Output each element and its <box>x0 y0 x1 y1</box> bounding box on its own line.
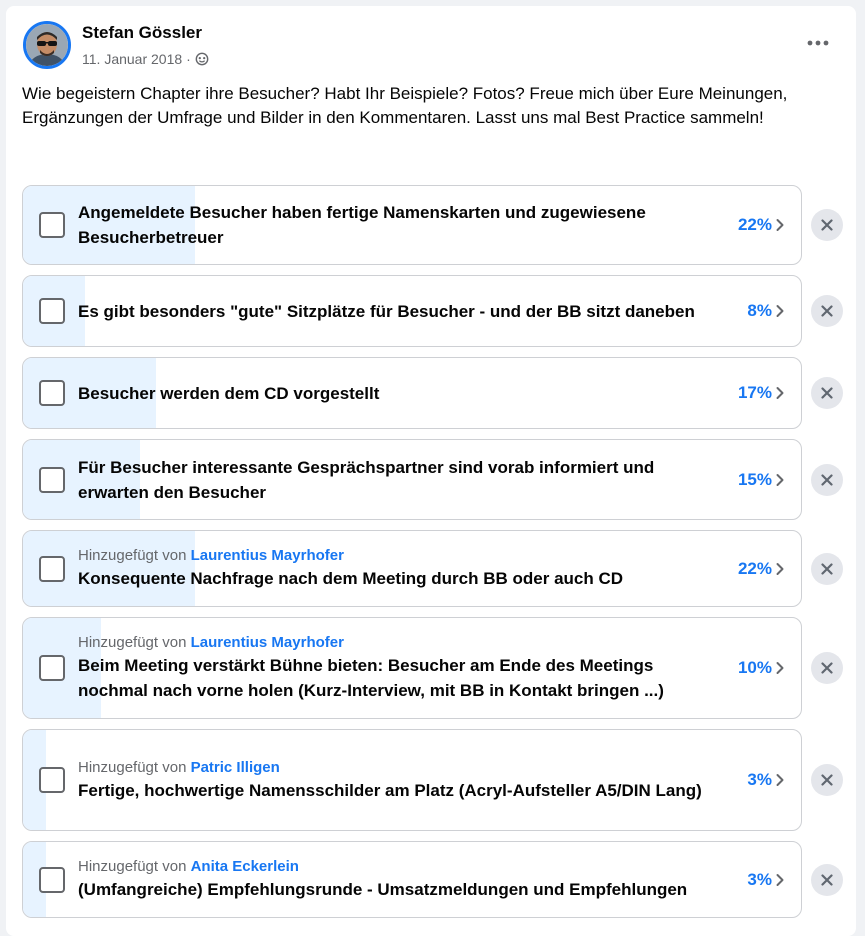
vote-percentage-link[interactable]: 22% <box>738 214 785 236</box>
added-by-prefix: Hinzugefügt von <box>78 634 191 651</box>
option-text: Für Besucher interessante Gesprächspartn… <box>78 440 716 519</box>
chevron-right-icon <box>776 662 784 674</box>
option-text: Hinzugefügt von Laurentius Mayrhofer Kons… <box>78 531 716 606</box>
chevron-right-icon <box>776 387 784 399</box>
option-text: Hinzugefügt von Anita Eckerlein (Umfangre… <box>78 842 716 917</box>
close-icon <box>821 219 833 231</box>
vote-percentage: 17% <box>737 383 772 402</box>
close-icon <box>821 305 833 317</box>
added-by-name[interactable]: Anita Eckerlein <box>191 858 299 875</box>
remove-option-button[interactable] <box>811 764 843 796</box>
vote-percentage-link[interactable]: 3% <box>747 769 785 791</box>
added-by-name[interactable]: Laurentius Mayrhofer <box>191 547 344 564</box>
poll-option[interactable]: Angemeldete Besucher haben fertige Namen… <box>22 185 802 265</box>
poll-option[interactable]: Besucher werden dem CD vorgestellt 17% <box>22 357 802 429</box>
close-icon <box>821 473 833 486</box>
remove-option-button[interactable] <box>811 295 843 327</box>
poll-option[interactable]: Hinzugefügt von Anita Eckerlein (Umfangre… <box>22 841 802 918</box>
added-by-prefix: Hinzugefügt von <box>78 547 191 564</box>
added-by-name[interactable]: Laurentius Mayrhofer <box>191 634 344 651</box>
vote-percentage: 10% <box>737 658 772 677</box>
option-checkbox[interactable] <box>39 466 65 493</box>
remove-option-button[interactable] <box>811 209 843 241</box>
option-label: Besucher werden dem CD vorgestellt <box>78 383 380 403</box>
globe-icon <box>195 52 209 66</box>
option-checkbox[interactable] <box>39 767 65 793</box>
added-by-line: Hinzugefügt von Laurentius Mayrhofer <box>78 546 716 566</box>
close-icon <box>821 873 833 886</box>
remove-option-button[interactable] <box>811 863 843 896</box>
option-checkbox[interactable] <box>39 212 65 238</box>
vote-percentage-link[interactable]: 10% <box>738 657 785 679</box>
remove-option-button[interactable] <box>811 652 843 684</box>
added-by-prefix: Hinzugefügt von <box>78 858 191 875</box>
avatar[interactable] <box>23 21 71 69</box>
more-options-button[interactable] <box>800 25 836 61</box>
chevron-right-icon <box>776 562 784 575</box>
remove-option-button[interactable] <box>811 377 843 409</box>
option-label: Konsequente Nachfrage nach dem Meeting d… <box>78 569 624 588</box>
vote-percentage: 22% <box>737 558 772 578</box>
vote-percentage: 3% <box>747 770 772 789</box>
option-text: Besucher werden dem CD vorgestellt <box>78 358 716 428</box>
option-checkbox[interactable] <box>39 298 65 324</box>
poll-option[interactable]: Für Besucher interessante Gesprächspartn… <box>22 439 802 520</box>
vote-percentage-link[interactable]: 17% <box>738 382 785 404</box>
separator-dot: · <box>186 51 191 67</box>
post-meta: 11. Januar 2018 · <box>82 51 209 67</box>
chevron-right-icon <box>776 219 784 231</box>
vote-percentage: 22% <box>737 215 772 234</box>
vote-percentage-link[interactable]: 15% <box>738 469 785 491</box>
added-by-name[interactable]: Patric Illigen <box>191 759 280 776</box>
author-name[interactable]: Stefan Gössler <box>82 23 202 43</box>
close-icon <box>821 562 833 575</box>
option-text: Es gibt besonders "gute" Sitzplätze für … <box>78 276 716 346</box>
vote-percentage-link[interactable]: 3% <box>747 869 785 891</box>
option-text: Hinzugefügt von Patric Illigen Fertige, h… <box>78 730 716 830</box>
close-icon <box>821 387 833 399</box>
option-label: Für Besucher interessante Gesprächspartn… <box>78 457 655 502</box>
vote-percentage: 8% <box>747 301 772 320</box>
more-options-icon <box>807 40 829 46</box>
remove-option-button[interactable] <box>811 463 843 496</box>
option-checkbox[interactable] <box>39 655 65 681</box>
poll-option[interactable]: Hinzugefügt von Patric Illigen Fertige, h… <box>22 729 802 831</box>
vote-percentage: 15% <box>737 469 772 489</box>
poll-option[interactable]: Hinzugefügt von Laurentius Mayrhofer Beim… <box>22 617 802 719</box>
close-icon <box>821 662 833 674</box>
remove-option-button[interactable] <box>811 552 843 585</box>
profile-photo <box>26 24 68 66</box>
vote-percentage-link[interactable]: 8% <box>747 300 785 322</box>
added-by-line: Hinzugefügt von Laurentius Mayrhofer <box>78 633 716 653</box>
option-checkbox[interactable] <box>39 866 65 893</box>
option-label: Angemeldete Besucher haben fertige Namen… <box>78 203 646 247</box>
added-by-line: Hinzugefügt von Anita Eckerlein <box>78 857 716 877</box>
chevron-right-icon <box>776 305 784 317</box>
option-text: Hinzugefügt von Laurentius Mayrhofer Beim… <box>78 618 716 718</box>
vote-percentage: 3% <box>747 869 772 889</box>
close-icon <box>821 774 833 786</box>
post-text: Wie begeistern Chapter ihre Besucher? Ha… <box>22 84 788 127</box>
option-text: Angemeldete Besucher haben fertige Namen… <box>78 186 716 264</box>
poll-option[interactable]: Es gibt besonders "gute" Sitzplätze für … <box>22 275 802 347</box>
added-by-prefix: Hinzugefügt von <box>78 758 191 776</box>
option-checkbox[interactable] <box>39 380 65 406</box>
option-label: Es gibt besonders "gute" Sitzplätze für … <box>78 301 695 321</box>
added-by-line: Hinzugefügt von Patric Illigen <box>78 758 716 778</box>
post-date[interactable]: 11. Januar 2018 <box>82 51 182 67</box>
option-label: Beim Meeting verstärkt Bühne bieten: Bes… <box>78 656 664 700</box>
option-checkbox[interactable] <box>39 555 65 582</box>
option-label: (Umfangreiche) Empfehlungsrunde - Umsatz… <box>78 880 688 899</box>
chevron-right-icon <box>776 473 784 486</box>
poll-option[interactable]: Hinzugefügt von Laurentius Mayrhofer Kons… <box>22 530 802 607</box>
vote-percentage-link[interactable]: 22% <box>738 558 785 580</box>
option-label: Fertige, hochwertige Namensschilder am P… <box>78 780 702 800</box>
chevron-right-icon <box>776 774 784 786</box>
chevron-right-icon <box>776 873 784 886</box>
